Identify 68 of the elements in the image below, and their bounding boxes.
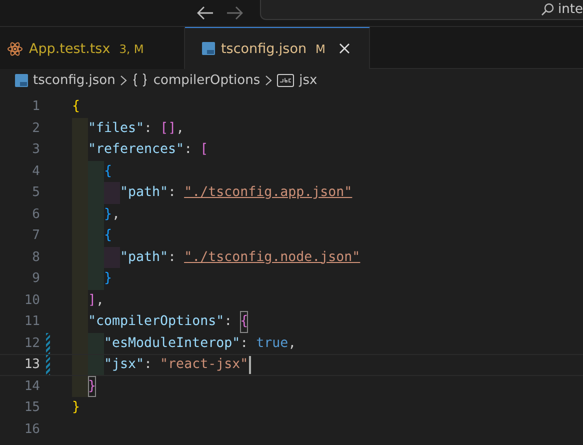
line-number: 5: [31, 184, 40, 202]
code-token: :: [184, 141, 194, 159]
code-token[interactable]: "./tsconfig.app.json": [184, 182, 352, 204]
line-number: 14: [23, 378, 40, 396]
line-number: 12: [23, 334, 40, 352]
atom-icon: [7, 40, 23, 56]
code-token: :: [168, 184, 178, 202]
code-token[interactable]: "./tsconfig.node.json": [184, 246, 360, 268]
ts-file-icon: [15, 74, 28, 86]
search-icon: [541, 2, 554, 16]
breadcrumb-item[interactable]: tsconfig.json: [33, 72, 116, 88]
line-number: 10: [23, 292, 40, 310]
code-token: :: [240, 334, 250, 352]
code-token: "esModuleInterop": [104, 334, 240, 352]
code-token: :: [168, 248, 178, 266]
code-token: "references": [88, 141, 184, 159]
tab-status-label: M: [316, 42, 326, 56]
breadcrumb-item[interactable]: compilerOptions: [153, 72, 260, 88]
code-token: {: [72, 98, 80, 116]
line-number: 6: [31, 206, 40, 224]
breadcrumb-item[interactable]: jsx: [299, 72, 318, 88]
code-token: {: [104, 162, 112, 180]
code-token: "files": [88, 120, 144, 138]
line-number: 15: [23, 399, 40, 417]
code-token: "react-jsx": [160, 356, 248, 374]
chevron-icon: [120, 74, 128, 86]
text-field-icon: [277, 74, 294, 86]
code-token: :: [144, 120, 154, 138]
text-cursor: [249, 356, 252, 374]
code-token: ,: [288, 334, 296, 352]
line-number: 4: [31, 162, 40, 180]
code-token: "path": [120, 184, 168, 202]
code-token: ,: [176, 120, 184, 138]
line-number: 3: [31, 141, 40, 159]
line-number: 13: [23, 356, 40, 374]
code-token: }: [72, 399, 80, 417]
code-token: {: [240, 311, 248, 332]
code-token: ]: [88, 292, 96, 310]
line-number: 8: [31, 248, 40, 266]
line-number: 16: [23, 420, 40, 438]
code-token: }: [104, 270, 112, 288]
code-token: "jsx": [104, 356, 144, 374]
code-token: :: [144, 356, 154, 374]
line-number: 2: [31, 120, 40, 138]
back-arrow-icon[interactable]: [196, 6, 214, 20]
forward-arrow-icon[interactable]: [226, 6, 244, 20]
chevron-icon: [265, 74, 272, 86]
code-token: {: [104, 227, 112, 245]
code-token: "compilerOptions": [88, 313, 224, 331]
code-token: "path": [120, 248, 168, 266]
editor-tab[interactable]: tsconfig.json M: [185, 27, 370, 69]
ts-file-icon: [202, 42, 215, 55]
code-token: }: [88, 376, 96, 397]
line-number: 1: [31, 98, 40, 116]
code-token: ,: [96, 292, 104, 310]
code-token: }: [104, 206, 112, 224]
code-token: []: [160, 120, 176, 138]
search-field[interactable]: inte: [260, 0, 583, 20]
line-number: 9: [31, 270, 40, 288]
braces-icon: [132, 73, 148, 87]
close-icon[interactable]: [339, 43, 350, 54]
tab-status-label: 3, M: [119, 42, 144, 56]
code-token: :: [224, 313, 234, 331]
line-number: 11: [23, 313, 40, 331]
code-token: ,: [112, 206, 120, 224]
code-token: [: [200, 141, 208, 159]
line-number: 7: [31, 227, 40, 245]
code-token: true: [256, 334, 288, 352]
